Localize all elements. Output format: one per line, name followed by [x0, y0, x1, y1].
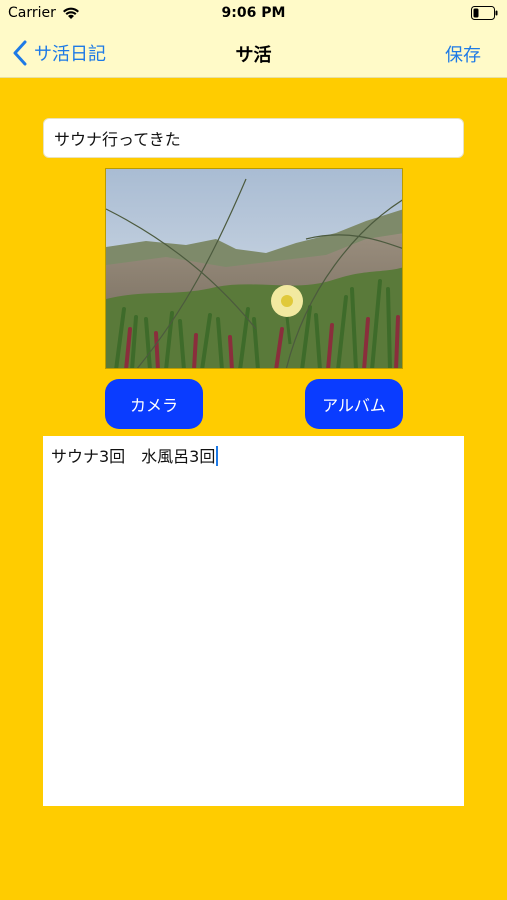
save-button[interactable]: 保存: [445, 41, 481, 67]
memo-text: サウナ3回 水風呂3回: [51, 447, 216, 466]
page-title: サ活: [235, 45, 272, 66]
text-cursor: [216, 446, 219, 466]
memo-textarea[interactable]: サウナ3回 水風呂3回: [43, 436, 464, 806]
title-input[interactable]: サウナ行ってきた: [43, 118, 464, 158]
navigation-bar: サ活日記 サ活 保存: [0, 28, 507, 78]
photo-image: [105, 168, 403, 369]
clock: 9:06 PM: [221, 5, 286, 21]
screen: Carrier 9:06 PM サ活日記 サ活 保存 サウナ行ってきた カメラ …: [0, 0, 507, 900]
status-bar: Carrier 9:06 PM: [0, 0, 507, 28]
battery-icon: [471, 6, 498, 20]
album-button[interactable]: アルバム: [305, 379, 403, 429]
camera-button[interactable]: カメラ: [105, 379, 203, 429]
